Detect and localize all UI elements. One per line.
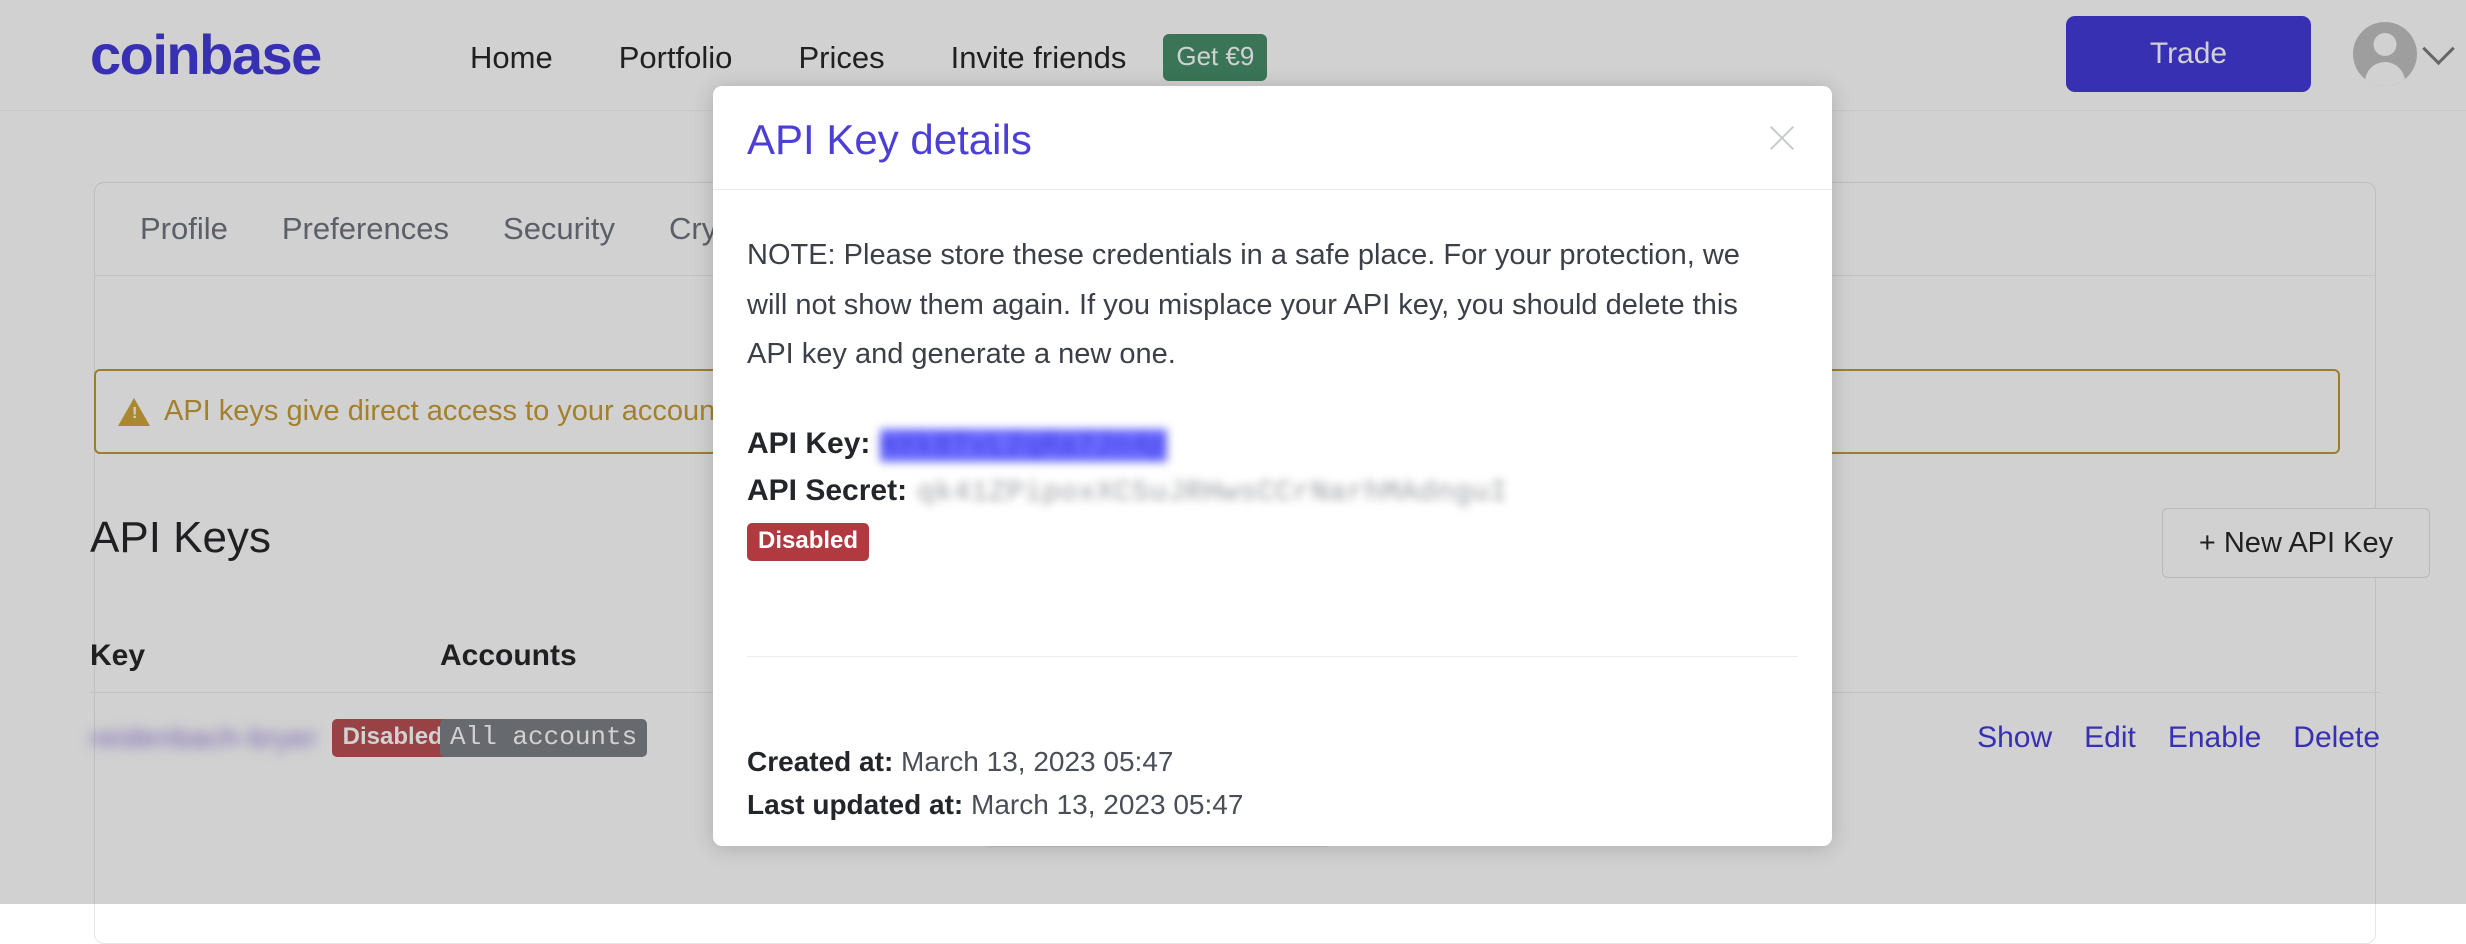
api-key-details-dialog: API Key details NOTE: Please store these… (713, 86, 1832, 846)
last-updated-row: Last updated at: March 13, 2023 05:47 (747, 784, 1243, 827)
dialog-note-text: NOTE: Please store these credentials in … (747, 231, 1747, 380)
api-key-label: API Key: (747, 427, 870, 461)
dialog-metadata: Created at: March 13, 2023 05:47 Last up… (747, 741, 1243, 826)
api-secret-row: API Secret: qk41ZPipoxXC5uJRHwsCCrNarhMA… (747, 474, 1798, 509)
dialog-header: API Key details (713, 86, 1832, 190)
created-at-value: March 13, 2023 05:47 (901, 746, 1173, 777)
close-icon[interactable] (1760, 116, 1804, 160)
api-key-row: API Key: mXk8TvL2qRa7Jn4p (747, 427, 1798, 462)
dialog-title: API Key details (747, 116, 1032, 164)
dialog-divider (747, 656, 1798, 657)
dialog-body: NOTE: Please store these credentials in … (713, 190, 1832, 561)
status-badge: Disabled (747, 523, 869, 561)
dialog-status-wrapper: Disabled (747, 523, 1798, 561)
api-secret-value[interactable]: qk41ZPipoxXC5uJRHwsCCrNarhMAdnguI (917, 476, 1508, 509)
created-at-row: Created at: March 13, 2023 05:47 (747, 741, 1243, 784)
created-at-label: Created at: (747, 746, 893, 777)
last-updated-label: Last updated at: (747, 789, 963, 820)
api-secret-label: API Secret: (747, 474, 907, 508)
api-key-value[interactable]: mXk8TvL2qRa7Jn4p (880, 429, 1166, 462)
last-updated-value: March 13, 2023 05:47 (971, 789, 1243, 820)
